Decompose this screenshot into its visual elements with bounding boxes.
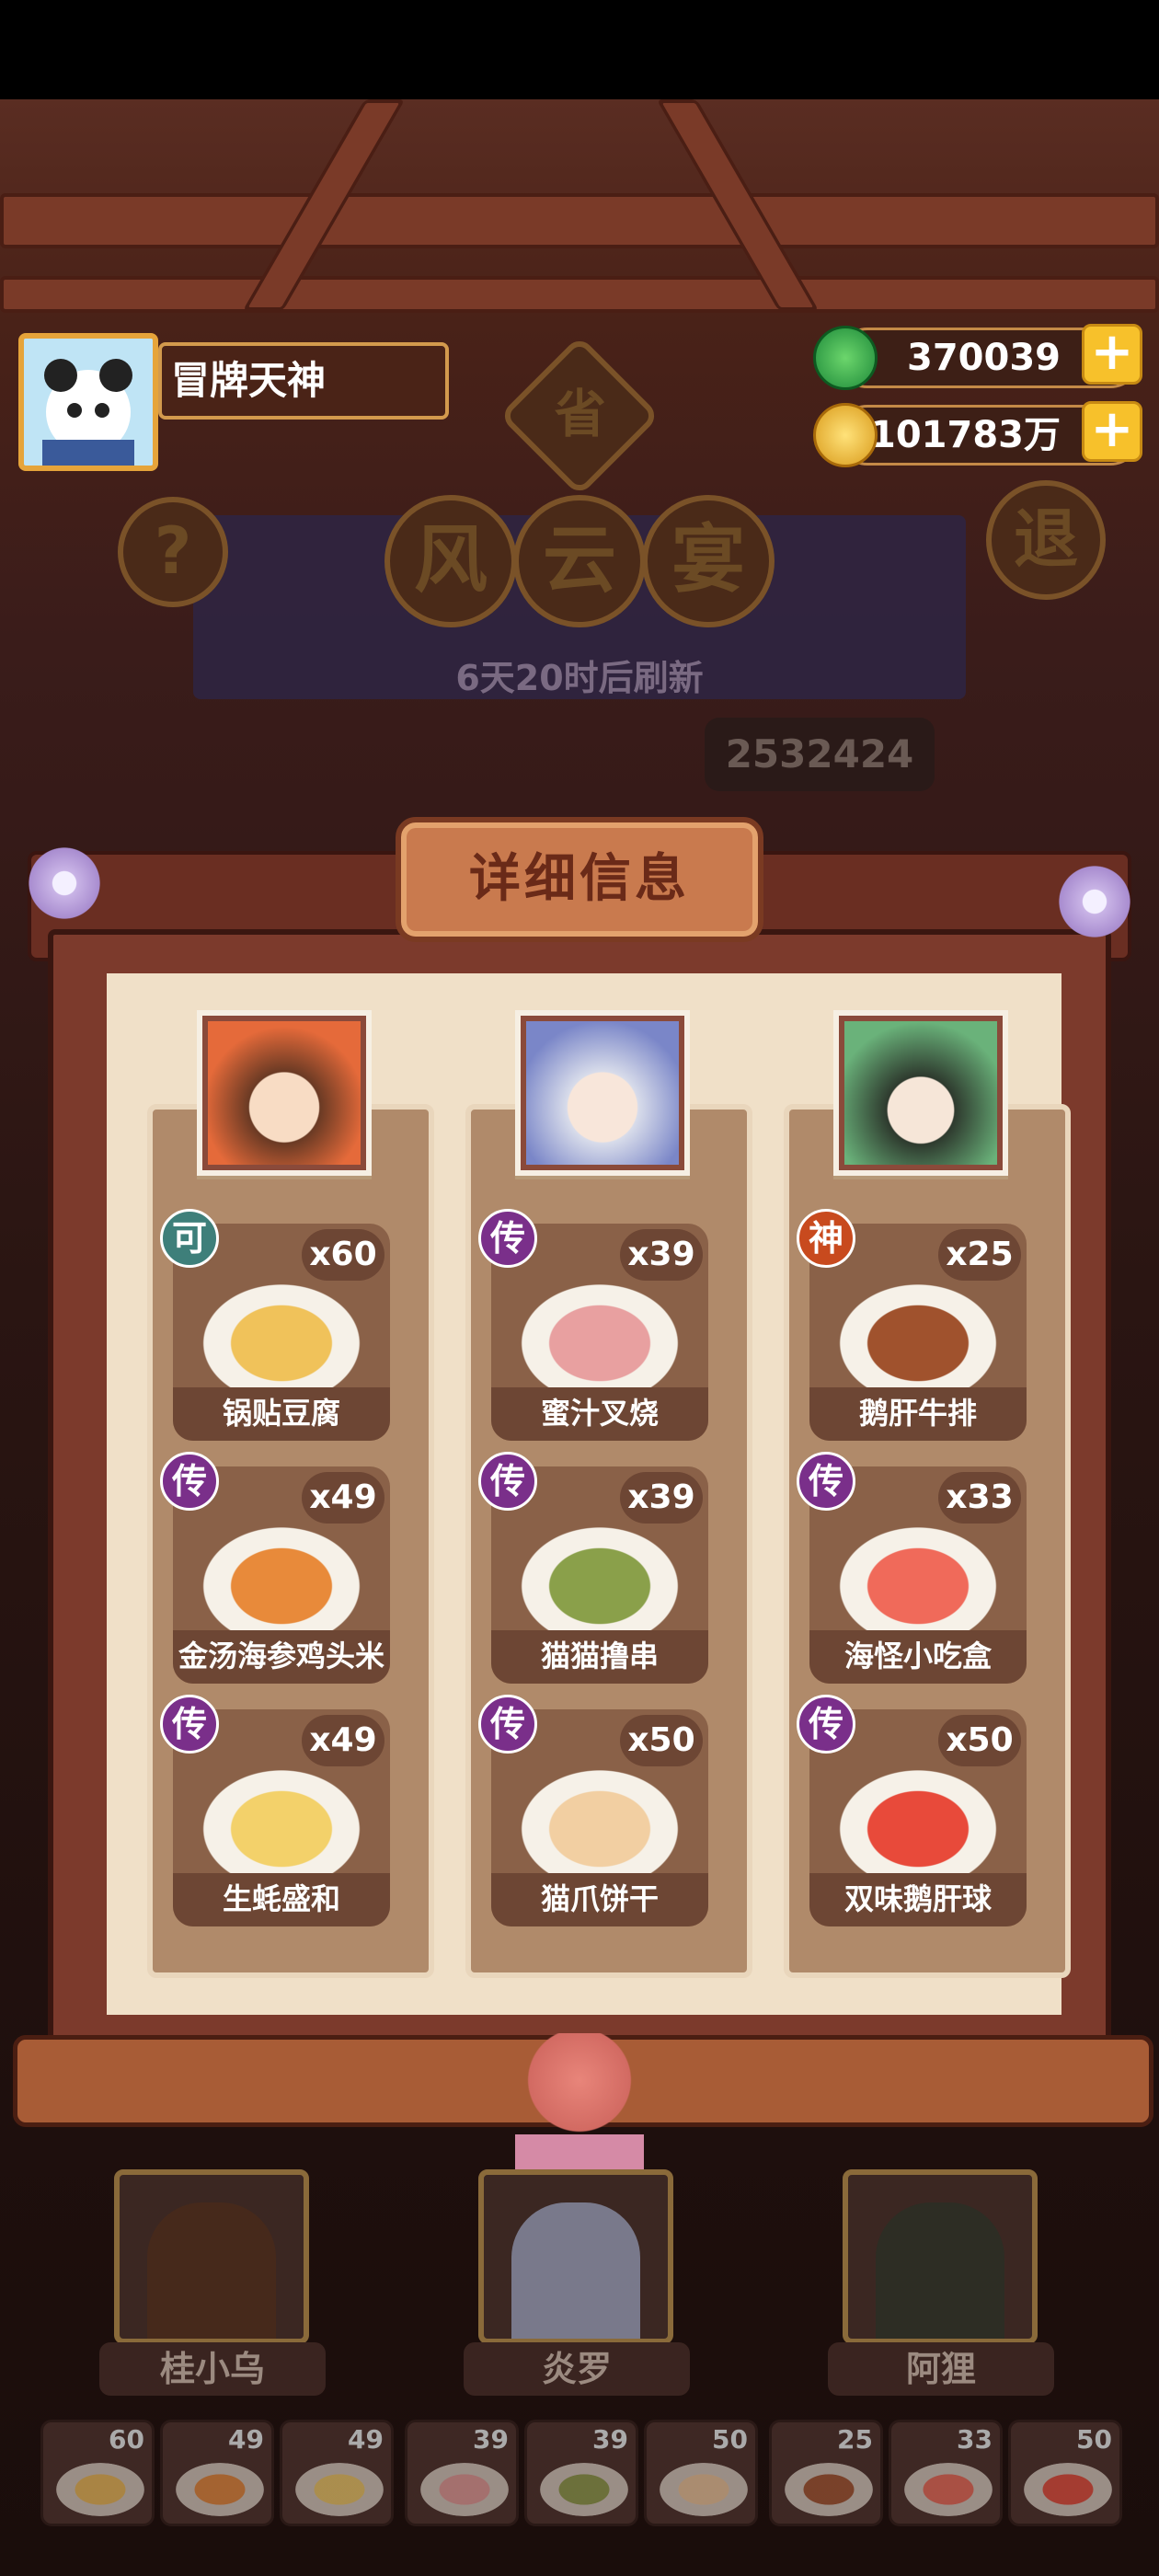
dish-tier-badge: 神 (797, 1209, 855, 1268)
dish-slot-image (295, 2463, 384, 2516)
roof-beam (0, 193, 1159, 248)
dish-image (193, 1763, 370, 1873)
dish-name: 生蚝盛和 (173, 1873, 390, 1926)
dish-quantity: x49 (302, 1715, 384, 1766)
dish-slot-count: 50 (712, 2424, 748, 2455)
chef-portrait-2 (515, 1010, 690, 1176)
dish-quantity: x25 (938, 1229, 1021, 1281)
dish-tier-badge: 传 (797, 1695, 855, 1754)
dish-tier-badge: 可 (160, 1209, 219, 1268)
dish-slot-count: 39 (473, 2424, 509, 2455)
dish-slot[interactable]: 25 (769, 2420, 883, 2526)
dish-image (511, 1763, 688, 1873)
dish-name: 海怪小吃盒 (809, 1630, 1027, 1684)
chef-panel-3[interactable] (843, 2169, 1038, 2344)
chef-panel-1[interactable] (114, 2169, 309, 2344)
dish-quantity: x50 (620, 1715, 703, 1766)
dish-tier-badge: 传 (160, 1452, 219, 1511)
event-title-char-3: 宴 (642, 495, 775, 627)
dish-slot-image (420, 2463, 509, 2516)
chef-name-3: 阿狸 (828, 2342, 1054, 2396)
dish-slot-image (785, 2463, 873, 2516)
dish-name: 蜜汁叉烧 (491, 1387, 708, 1441)
player-avatar[interactable] (18, 333, 158, 471)
dish-tier-badge: 传 (160, 1695, 219, 1754)
add-jade-button[interactable]: + (1082, 324, 1142, 385)
dish-slot-image (176, 2463, 264, 2516)
dish-slot-count: 50 (1076, 2424, 1112, 2455)
dish-image (511, 1277, 688, 1387)
event-title-char-1: 风 (384, 495, 517, 627)
dish-tier-badge: 传 (478, 1695, 537, 1754)
dish-image (830, 1763, 1006, 1873)
coin-icon (813, 403, 878, 467)
dish-slot-count: 60 (109, 2424, 144, 2455)
dish-slot[interactable]: 39 (405, 2420, 519, 2526)
dish-slot-image (1024, 2463, 1112, 2516)
scroll-tassel (515, 2033, 644, 2190)
help-button[interactable]: ? (118, 497, 228, 607)
dish-slot-image (660, 2463, 748, 2516)
detail-title: 详细信息 (469, 849, 690, 909)
dish-slot-count: 33 (957, 2424, 993, 2455)
dish-image (193, 1520, 370, 1630)
flower-decoration (1039, 846, 1150, 957)
dish-slot-image (904, 2463, 993, 2516)
chef-panel-2[interactable] (478, 2169, 673, 2344)
dish-slot[interactable]: 60 (40, 2420, 155, 2526)
province-badge: 省 (499, 335, 660, 497)
chef-name-2: 炎罗 (464, 2342, 690, 2396)
flower-decoration (9, 828, 120, 938)
dish-quantity: x49 (302, 1472, 384, 1524)
dish-slot[interactable]: 33 (889, 2420, 1003, 2526)
jade-value: 370039 (907, 337, 1061, 379)
dish-name: 金汤海参鸡头米 (173, 1630, 390, 1684)
event-score: 2532424 (705, 718, 935, 791)
dish-image (830, 1520, 1006, 1630)
game-screen: 冒牌天神 370039 + 101783万 + 省 ? 风 云 宴 退 6天20… (0, 0, 1159, 2576)
jade-icon (813, 326, 878, 390)
dish-slot[interactable]: 39 (524, 2420, 638, 2526)
chef-name-1: 桂小乌 (99, 2342, 326, 2396)
dish-tier-badge: 传 (797, 1452, 855, 1511)
dish-image (193, 1277, 370, 1387)
coin-value: 101783万 (870, 414, 1061, 456)
dish-quantity: x39 (620, 1472, 703, 1524)
chef-portrait-3 (833, 1010, 1008, 1176)
dish-slot-count: 49 (228, 2424, 264, 2455)
refresh-timer: 6天20时后刷新 (455, 658, 704, 698)
dish-slot[interactable]: 49 (160, 2420, 274, 2526)
dish-name: 鹅肝牛排 (809, 1387, 1027, 1441)
dish-quantity: x60 (302, 1229, 384, 1281)
dish-slot[interactable]: 50 (1008, 2420, 1122, 2526)
exit-button[interactable]: 退 (986, 480, 1106, 600)
dish-tier-badge: 传 (478, 1452, 537, 1511)
dish-name: 双味鹅肝球 (809, 1873, 1027, 1926)
dish-slot-count: 49 (348, 2424, 384, 2455)
dish-slot-count: 39 (592, 2424, 628, 2455)
event-title-char-2: 云 (513, 495, 646, 627)
dish-image (511, 1520, 688, 1630)
player-name: 冒牌天神 (158, 342, 449, 420)
dish-tier-badge: 传 (478, 1209, 537, 1268)
roof-beam (0, 276, 1159, 313)
dish-name: 锅贴豆腐 (173, 1387, 390, 1441)
dish-slot[interactable]: 50 (644, 2420, 758, 2526)
dish-image (830, 1277, 1006, 1387)
add-coins-button[interactable]: + (1082, 401, 1142, 462)
dish-quantity: x39 (620, 1229, 703, 1281)
dish-slot-image (56, 2463, 144, 2516)
dish-quantity: x33 (938, 1472, 1021, 1524)
dish-slot-image (540, 2463, 628, 2516)
dish-name: 猫爪饼干 (491, 1873, 708, 1926)
dish-slot-count: 25 (837, 2424, 873, 2455)
dish-quantity: x50 (938, 1715, 1021, 1766)
chef-portrait-1 (197, 1010, 372, 1176)
detail-title-plate: 详细信息 (396, 817, 763, 942)
dish-name: 猫猫撸串 (491, 1630, 708, 1684)
dish-slot[interactable]: 49 (280, 2420, 394, 2526)
